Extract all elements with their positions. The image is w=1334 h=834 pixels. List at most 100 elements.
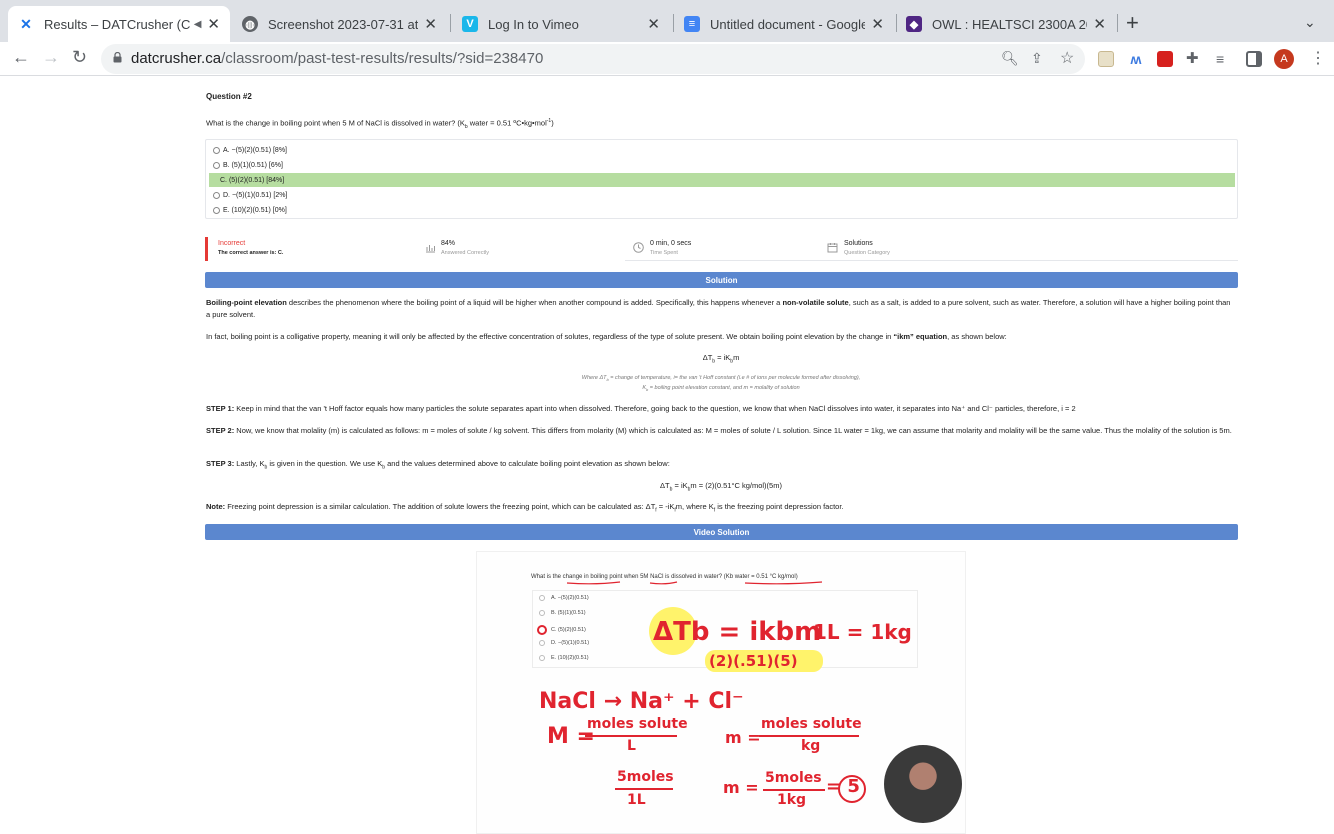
time-spent-stat: 0 min, 0 secs Time Spent [650, 240, 692, 256]
url-path: /classroom/past-test-results/results/?si… [221, 50, 544, 67]
tab-screenshot[interactable]: ◍ Screenshot 2023-07-31 at 5.0 ✕ [232, 6, 447, 42]
handwritten-equation: ΔTb = ikbm [653, 617, 822, 647]
bookmark-star-icon[interactable]: ☆ [1060, 48, 1074, 68]
page-content: Question #2 What is the change in boilin… [0, 77, 1334, 834]
video-option-e: E. (10)(2)(0.51) [539, 655, 589, 661]
answer-option-d[interactable]: D. −(5)(1)(0.51) [2%] [209, 188, 1235, 202]
video-option-c: C. (5)(2)(0.51) [537, 625, 586, 635]
handwritten-molality-label: m = [725, 728, 761, 747]
handwritten-values: (2)(.51)(5) [709, 652, 798, 670]
tab-search-chevron-icon[interactable]: ⌄ [1304, 14, 1316, 31]
incorrect-indicator-bar [205, 237, 208, 261]
close-tab-icon[interactable]: ✕ [424, 15, 437, 33]
handwritten-molality-result-label: m = [723, 778, 759, 797]
percent-correct-stat: 84% Answered Correctly [441, 240, 489, 256]
extensions-puzzle-icon[interactable]: ✚ [1186, 51, 1202, 67]
calendar-icon [827, 243, 838, 253]
forward-arrow-icon[interactable]: → [42, 47, 60, 68]
answer-list: A. −(5)(2)(0.51) [8%] B. (5)(1)(0.51) [6… [205, 139, 1238, 219]
video-option-a: A. −(5)(2)(0.51) [539, 595, 589, 601]
video-option-d: D. −(5)(1)(0.51) [539, 640, 589, 646]
solution-banner[interactable]: Solution [205, 272, 1238, 288]
owl-shield-icon: ◆ [906, 16, 922, 32]
datcrusher-favicon-icon: ✕ [18, 16, 34, 32]
note: Note: Freezing point depression is a sim… [206, 502, 844, 514]
handwritten-molality-numerator: moles solute [761, 716, 862, 732]
correct-answer-note: The correct answer is: C. [218, 250, 284, 256]
handwritten-molarity-numerator: moles solute [587, 716, 688, 732]
close-tab-icon[interactable]: ✕ [1093, 15, 1106, 33]
answer-option-c[interactable]: C. (5)(2)(0.51) [84%] [209, 173, 1235, 187]
fraction-bar [615, 788, 673, 790]
new-tab-plus-icon[interactable]: + [1126, 10, 1139, 36]
zoom-icon[interactable]: 🔍︎ [1001, 50, 1019, 67]
answer-option-b[interactable]: B. (5)(1)(0.51) [6%] [209, 158, 1235, 172]
audio-muted-icon[interactable]: ◀︎ [194, 19, 202, 30]
result-status: Incorrect The correct answer is: C. [218, 240, 283, 256]
tab-separator [1117, 14, 1118, 32]
question-category-stat: Solutions Question Category [844, 240, 890, 256]
video-option-b: B. (5)(1)(0.51) [539, 610, 586, 616]
bar-chart-icon [426, 245, 435, 253]
share-icon[interactable]: ⇪ [1031, 50, 1043, 67]
handwritten-one-liter: 1L [627, 792, 646, 808]
fraction-bar [763, 789, 825, 791]
tab-separator [450, 14, 451, 32]
question-number: Question #2 [206, 92, 252, 101]
solution-paragraph-2: In fact, boiling point is a colligative … [206, 332, 1007, 341]
clock-icon [633, 242, 644, 253]
tab-title: Results – DATCrusher (Can [44, 16, 190, 32]
handwritten-five-moles: 5moles [617, 769, 674, 785]
result-stats: Incorrect The correct answer is: C. 84% … [205, 237, 1238, 261]
google-docs-icon: ≡ [684, 16, 700, 32]
close-tab-icon[interactable]: ✕ [647, 15, 660, 33]
handwritten-molarity-denominator: L [627, 738, 636, 754]
step-1: STEP 1: Keep in mind that the van 't Hof… [206, 404, 1076, 413]
radio-button[interactable] [213, 206, 220, 214]
video-player[interactable]: What is the change in boiling point when… [476, 551, 966, 834]
extension-calculator-icon[interactable] [1098, 51, 1114, 67]
globe-icon: ◍ [242, 16, 258, 32]
side-panel-icon[interactable] [1246, 51, 1262, 67]
equation-ikm: ΔTb = iKbm [702, 353, 740, 365]
handwritten-molality-result-denominator: 1kg [777, 792, 807, 808]
tab-title: Untitled document - Google Do [710, 16, 866, 32]
back-arrow-icon[interactable]: ← [12, 47, 30, 68]
tab-datcrusher[interactable]: ✕ Results – DATCrusher (Can ◀︎ ✕ [8, 6, 230, 42]
question-text: What is the change in boiling point when… [206, 118, 554, 130]
tab-google-docs[interactable]: ≡ Untitled document - Google Do ✕ [674, 6, 894, 42]
media-queue-icon[interactable]: ≡ [1216, 51, 1232, 67]
close-tab-icon[interactable]: ✕ [207, 15, 220, 33]
answer-option-a[interactable]: A. −(5)(2)(0.51) [8%] [209, 143, 1235, 157]
fraction-bar [585, 735, 677, 737]
underline-annotations [566, 581, 823, 585]
circled-answer-mark [838, 775, 866, 803]
equation-caption: Where ΔTb = change of temperature, i= th… [581, 375, 861, 393]
url-text[interactable]: datcrusher.ca/classroom/past-test-result… [131, 50, 543, 67]
extension-wave-icon[interactable]: ʍ [1128, 51, 1144, 67]
tab-owl[interactable]: ◆ OWL : HEALTSCI 2300A 200 S ✕ [896, 6, 1116, 42]
step-3: STEP 3: Lastly, Kb is given in the quest… [206, 459, 670, 471]
presenter-webcam [884, 745, 962, 823]
browser-menu-icon[interactable]: ⋮ [1310, 48, 1326, 68]
vimeo-icon: V [462, 16, 478, 32]
fraction-bar [759, 735, 859, 737]
radio-button[interactable] [213, 146, 220, 154]
answer-option-e[interactable]: E. (10)(2)(0.51) [0%] [209, 203, 1235, 217]
handwritten-molality-denominator: kg [801, 738, 821, 754]
close-tab-icon[interactable]: ✕ [871, 15, 884, 33]
radio-button[interactable] [213, 161, 220, 169]
tab-vimeo[interactable]: V Log In to Vimeo ✕ [452, 6, 670, 42]
browser-toolbar: ← → ↻ datcrusher.ca/classroom/past-test-… [0, 42, 1334, 76]
equation-calculation: ΔTb = iKbm = (2)(0.51°C kg/mol)(5m) [660, 481, 782, 493]
video-solution-banner[interactable]: Video Solution [205, 524, 1238, 540]
profile-avatar[interactable]: A [1274, 49, 1294, 69]
extension-pdf-icon[interactable] [1157, 51, 1173, 67]
lock-icon[interactable] [113, 52, 122, 63]
result-title: Incorrect [218, 240, 246, 247]
radio-button[interactable] [213, 191, 220, 199]
tab-title: Log In to Vimeo [488, 16, 579, 32]
tab-strip: ✕ Results – DATCrusher (Can ◀︎ ✕ ◍ Scree… [0, 0, 1334, 42]
reload-icon[interactable]: ↻ [72, 47, 87, 68]
address-bar[interactable]: datcrusher.ca/classroom/past-test-result… [101, 44, 1085, 74]
